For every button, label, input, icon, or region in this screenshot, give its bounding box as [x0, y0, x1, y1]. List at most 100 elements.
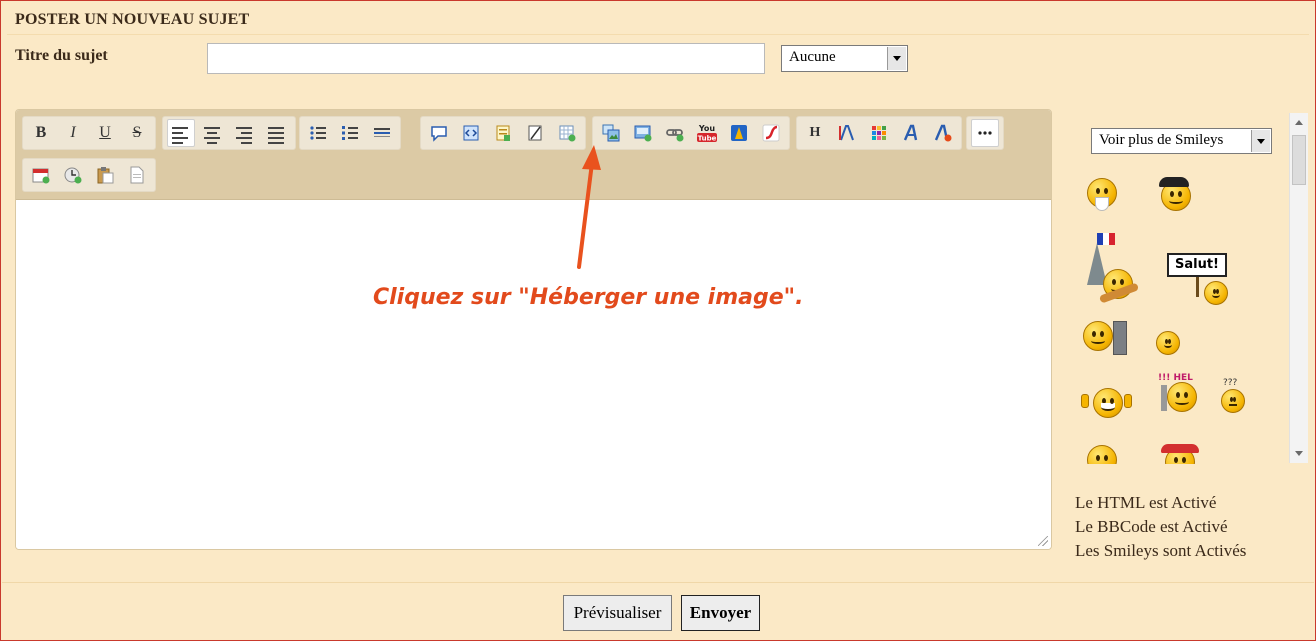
- smiley-beret-hat: [1159, 177, 1189, 187]
- strikethrough-button[interactable]: S: [123, 119, 151, 147]
- annotation-arrow-icon: [577, 145, 601, 269]
- bold-button[interactable]: B: [27, 119, 55, 147]
- source-button[interactable]: [123, 161, 151, 189]
- prefix-select-value: Aucune: [789, 49, 836, 65]
- smiley-help-sign: !!! HEL: [1158, 373, 1193, 383]
- flash-button[interactable]: [757, 119, 785, 147]
- font-size-button[interactable]: [833, 119, 861, 147]
- scroll-up-icon[interactable]: [1295, 120, 1303, 125]
- dailymotion-button[interactable]: [725, 119, 753, 147]
- time-icon: [64, 167, 82, 184]
- dailymotion-icon: [731, 125, 747, 141]
- bullet-list-button[interactable]: [304, 119, 332, 147]
- smileys-status: Les Smileys sont Activés: [1075, 541, 1247, 560]
- paste-icon: [97, 167, 114, 184]
- strikethrough-icon: S: [132, 124, 142, 141]
- smiley-smile[interactable]: [1156, 331, 1180, 355]
- youtube-icon-top: You: [698, 124, 716, 133]
- subject-label: Titre du sujet: [15, 47, 108, 64]
- smiley-help[interactable]: [1167, 382, 1197, 412]
- header-button[interactable]: H: [801, 119, 829, 147]
- toolbar-group-media: You Tube: [592, 116, 790, 150]
- toolbar-group-lists: [299, 116, 401, 150]
- insert-image-button[interactable]: [629, 119, 657, 147]
- text-effect-button[interactable]: [929, 119, 957, 147]
- html-status: Le HTML est Activé: [1075, 493, 1217, 512]
- color-button[interactable]: [865, 119, 893, 147]
- underline-button[interactable]: U: [91, 119, 119, 147]
- horizontal-rule-icon: [374, 128, 390, 137]
- thumb-right-icon: [1124, 394, 1132, 408]
- thumb-left-icon: [1081, 394, 1089, 408]
- link-icon: [666, 129, 684, 142]
- date-button[interactable]: [27, 161, 55, 189]
- quote-icon: [431, 126, 447, 142]
- smiley-salut-stick: [1196, 277, 1199, 297]
- link-button[interactable]: [661, 119, 689, 147]
- smiley-tv[interactable]: [1083, 321, 1113, 351]
- italic-icon: I: [70, 124, 76, 141]
- numbered-list-icon: [342, 126, 358, 140]
- spoiler-button[interactable]: [489, 119, 517, 147]
- annotation-text: Cliquez sur "Héberger une image".: [373, 285, 804, 310]
- bold-icon: B: [35, 124, 47, 141]
- italic-button[interactable]: I: [59, 119, 87, 147]
- smileys-select[interactable]: Voir plus de Smileys: [1091, 128, 1272, 154]
- editor-toolbar: B I U S You Tube H: [16, 110, 1051, 200]
- smiley-tv-screen: [1113, 321, 1127, 355]
- toolbar-group-insert: [22, 158, 156, 192]
- align-left-button[interactable]: [167, 119, 195, 147]
- justify-icon: [268, 124, 286, 144]
- spoiler-icon: [496, 125, 510, 141]
- more-icon: [978, 131, 992, 135]
- preview-button[interactable]: Prévisualiser: [563, 595, 672, 631]
- prefix-select[interactable]: Aucune: [781, 45, 908, 72]
- font-face-button[interactable]: [897, 119, 925, 147]
- chevron-down-icon[interactable]: [887, 47, 906, 70]
- page-title: POSTER UN NOUVEAU SUJET: [15, 11, 250, 28]
- youtube-icon: You Tube: [697, 124, 717, 143]
- hide-button[interactable]: [521, 119, 549, 147]
- time-button[interactable]: [59, 161, 87, 189]
- resize-handle-icon[interactable]: [1038, 536, 1048, 546]
- font-size-icon: [839, 125, 854, 141]
- smiley-salut[interactable]: [1204, 281, 1228, 305]
- smiley-thumbs[interactable]: [1093, 388, 1123, 418]
- smiley-confused[interactable]: [1221, 389, 1245, 413]
- scroll-thumb[interactable]: [1292, 135, 1306, 185]
- underline-icon: U: [99, 124, 111, 141]
- quote-button[interactable]: [425, 119, 453, 147]
- message-editor: B I U S You Tube H: [15, 109, 1052, 550]
- bbcode-status: Le BBCode est Activé: [1075, 517, 1228, 536]
- font-face-icon: [903, 124, 918, 141]
- smiley-hat-cap: [1161, 444, 1199, 453]
- header-divider: [7, 34, 1309, 35]
- align-center-button[interactable]: [199, 119, 227, 147]
- message-textarea[interactable]: [16, 200, 1051, 549]
- chevron-down-icon[interactable]: [1251, 130, 1270, 152]
- smiley-confused-marks: ???: [1223, 378, 1238, 388]
- align-center-icon: [204, 124, 222, 144]
- flash-icon: [762, 124, 780, 142]
- align-left-icon: [172, 124, 190, 144]
- send-button[interactable]: Envoyer: [681, 595, 760, 631]
- toolbar-group-font: H: [796, 116, 962, 150]
- smileys-scrollbar[interactable]: [1289, 113, 1308, 463]
- hide-icon: [528, 125, 542, 141]
- horizontal-rule-button[interactable]: [368, 119, 396, 147]
- align-right-button[interactable]: [231, 119, 259, 147]
- more-button[interactable]: [971, 119, 999, 147]
- numbered-list-button[interactable]: [336, 119, 364, 147]
- code-button[interactable]: [457, 119, 485, 147]
- text-effect-icon: [934, 124, 952, 142]
- scroll-down-icon[interactable]: [1295, 451, 1303, 456]
- youtube-icon-bottom: Tube: [698, 135, 717, 143]
- align-right-icon: [236, 124, 254, 144]
- justify-button[interactable]: [263, 119, 291, 147]
- source-icon: [130, 166, 144, 184]
- bullet-list-icon: [310, 126, 326, 140]
- subject-input[interactable]: [207, 43, 765, 74]
- youtube-button[interactable]: You Tube: [693, 119, 721, 147]
- smileys-select-value: Voir plus de Smileys: [1099, 132, 1224, 148]
- paste-button[interactable]: [91, 161, 119, 189]
